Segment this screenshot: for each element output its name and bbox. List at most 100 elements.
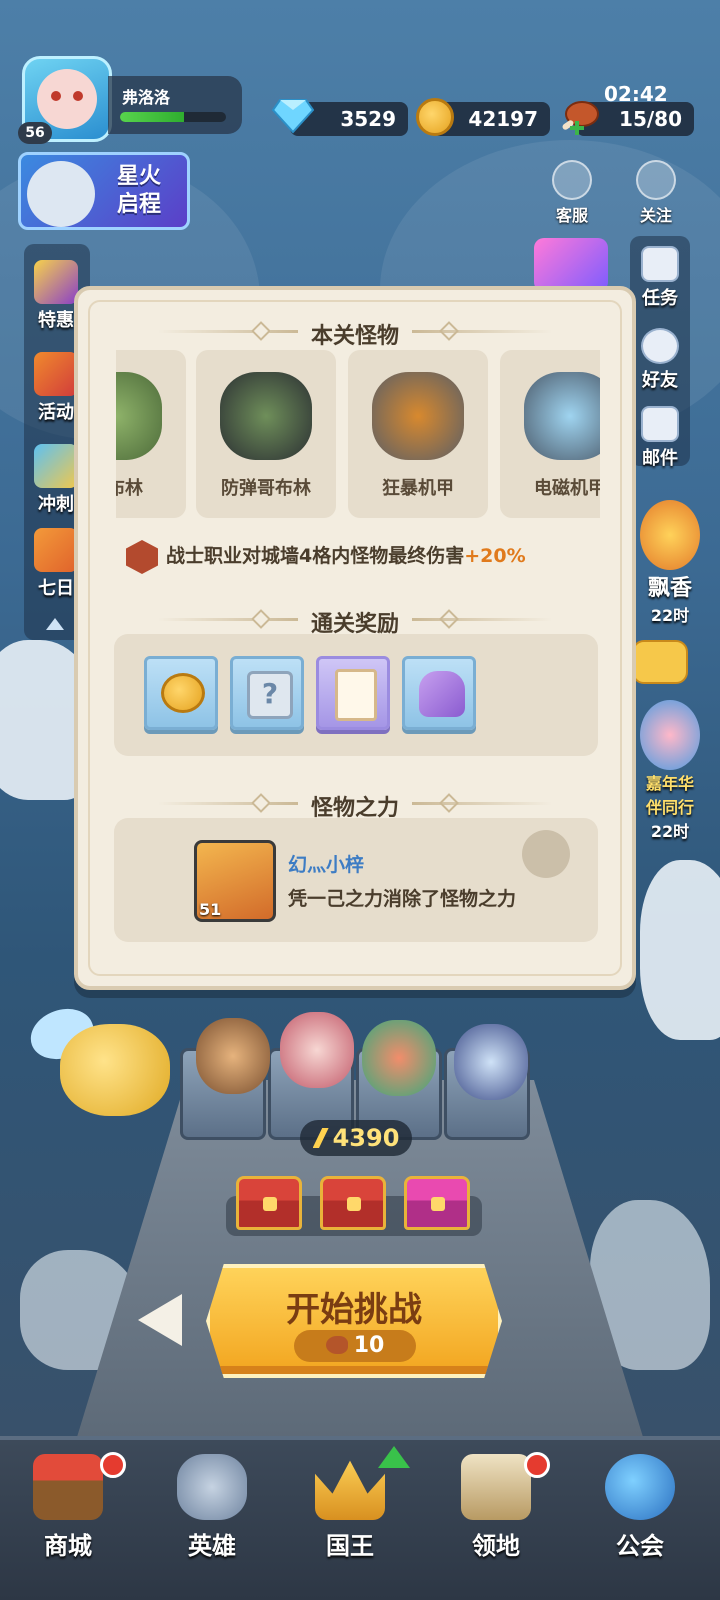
berserk-mech-sprite: [372, 372, 464, 460]
monster-card-emp-mech[interactable]: 电磁机甲: [500, 350, 600, 518]
follow-button[interactable]: 关注: [630, 160, 682, 226]
monster-card-berserk-mech[interactable]: 狂暴机甲: [348, 350, 488, 518]
monster-name: 电磁机甲: [534, 478, 600, 499]
book-icon: [335, 669, 377, 721]
event-fragrance-button[interactable]: 飘香 22时: [634, 500, 706, 626]
start-challenge-button[interactable]: 开始挑战 10: [206, 1264, 502, 1378]
nav-guild[interactable]: 公会: [580, 1454, 700, 1561]
armored-goblin-sprite: [220, 372, 312, 460]
event-carnival-timer: 22时: [650, 822, 690, 841]
gems-counter[interactable]: 3529: [272, 99, 408, 136]
mail-icon: [641, 406, 679, 442]
monster-name: 狂暴机甲: [382, 478, 454, 499]
trophy-icon: [640, 500, 700, 570]
customer-service-button[interactable]: 客服: [546, 160, 598, 226]
collapse-menu-icon[interactable]: [46, 618, 64, 630]
monster-card-armored-goblin[interactable]: 防弹哥布林: [196, 350, 336, 518]
castle-icon: [461, 1454, 531, 1520]
gift-chest-icon[interactable]: [534, 238, 608, 292]
menu-mail-label: 邮件: [642, 448, 678, 469]
monster-name: 防弹哥布林: [221, 478, 311, 499]
gems-value: 3529: [340, 107, 396, 131]
helmet-icon: [177, 1454, 247, 1520]
trophy-icon[interactable]: [522, 830, 570, 878]
player-info-panel[interactable]: 弗洛洛: [108, 76, 242, 134]
stamina-timer: 02:42: [604, 82, 668, 106]
pet-golden-boar[interactable]: [60, 1024, 170, 1116]
shop-icon: [33, 1454, 103, 1520]
bonus-percent: +20%: [464, 545, 526, 567]
bonus-text: 战士职业对城墙4格内怪物最终伤害: [166, 545, 465, 567]
flag-icon: [34, 444, 78, 488]
crown-icon: [315, 1460, 385, 1520]
gem-icon: [272, 99, 314, 134]
monster-name: 哥布林: [116, 478, 143, 499]
chat-icon[interactable]: [632, 640, 688, 684]
hero-bear[interactable]: [196, 1018, 270, 1094]
clipboard-icon: [641, 246, 679, 282]
gold-coin-icon: [161, 673, 205, 713]
monster-list[interactable]: 哥布林 防弹哥布林 狂暴机甲 电磁机甲: [116, 350, 600, 520]
nav-heroes[interactable]: 英雄: [152, 1454, 272, 1561]
rewards-list: ?: [114, 634, 598, 756]
gold-counter[interactable]: 42197: [416, 98, 550, 136]
territory-notification-dot: [524, 1452, 550, 1478]
event-carnival-button[interactable]: 嘉年华 伴同行 22时: [634, 700, 706, 842]
team-power: 4390: [300, 1120, 412, 1156]
meat-icon: [325, 1336, 348, 1354]
reward-mystery-armor[interactable]: [402, 656, 476, 730]
gold-coin-icon: [416, 98, 454, 136]
team-power-value: 4390: [332, 1124, 400, 1152]
reward-gold[interactable]: [144, 656, 218, 730]
record-player-name: 幻灬小梓: [288, 854, 365, 876]
hero-mermaid[interactable]: [362, 1020, 436, 1096]
carnival-portrait-icon: [640, 700, 700, 770]
nav-territory-label: 领地: [472, 1532, 520, 1560]
emp-mech-sprite: [524, 372, 600, 460]
player-name: 弗洛洛: [122, 88, 171, 107]
menu-tasks[interactable]: 任务: [630, 246, 690, 310]
reward-book[interactable]: [316, 656, 390, 730]
menu-mail[interactable]: 邮件: [630, 406, 690, 470]
record-player-avatar[interactable]: 51: [194, 840, 276, 922]
menu-friends-label: 好友: [642, 370, 678, 391]
event-banner-button[interactable]: 星火 启程: [18, 152, 190, 230]
firework-icon: [34, 352, 78, 396]
player-avatar-button[interactable]: 56: [18, 56, 114, 144]
stamina-value: 15/80: [619, 107, 682, 131]
reward-chest-2[interactable]: [320, 1176, 386, 1230]
meat-plus-icon: [562, 101, 599, 135]
start-challenge-label: 开始挑战: [286, 1290, 422, 1330]
nav-guild-label: 公会: [616, 1532, 664, 1560]
power-icon: [312, 1128, 329, 1148]
nav-heroes-label: 英雄: [188, 1532, 236, 1560]
event-fragrance-label: 飘香: [647, 576, 692, 601]
xp-bar-fill: [120, 112, 184, 122]
reward-mystery-scroll[interactable]: ?: [230, 656, 304, 730]
hero-witch[interactable]: [454, 1024, 528, 1100]
menu-friends[interactable]: 好友: [630, 328, 690, 392]
monsters-section-title: 本关怪物: [78, 318, 632, 350]
xp-bar: [120, 112, 226, 122]
monster-power-record: 51 幻灬小梓 凭一己之力消除了怪物之力: [114, 818, 598, 942]
planet-icon: [605, 1454, 675, 1520]
event-banner-title: 星火 启程: [116, 164, 161, 217]
reward-chest-1[interactable]: [236, 1176, 302, 1230]
upgrade-arrow-icon: [378, 1446, 410, 1468]
record-player-level: 51: [199, 900, 222, 919]
reward-chest-3[interactable]: [404, 1176, 470, 1230]
ticket-icon: [34, 260, 78, 304]
mystery-scroll-icon: ?: [247, 671, 293, 719]
follow-label: 关注: [639, 206, 672, 225]
monster-card-goblin[interactable]: 哥布林: [116, 350, 186, 518]
hero-fox-mage[interactable]: [280, 1012, 354, 1088]
shop-notification-dot: [100, 1452, 126, 1478]
record-description: 凭一己之力消除了怪物之力: [288, 888, 517, 910]
stamina-counter[interactable]: 15/80: [562, 101, 694, 136]
nav-king[interactable]: 国王: [290, 1454, 410, 1561]
start-cost: 10: [294, 1330, 416, 1362]
bottom-nav: 商城 英雄 国王 领地 公会: [0, 1436, 720, 1600]
goblin-sprite: [116, 372, 162, 460]
crown-icon: [34, 528, 78, 572]
event-fragrance-timer: 22时: [650, 606, 690, 625]
